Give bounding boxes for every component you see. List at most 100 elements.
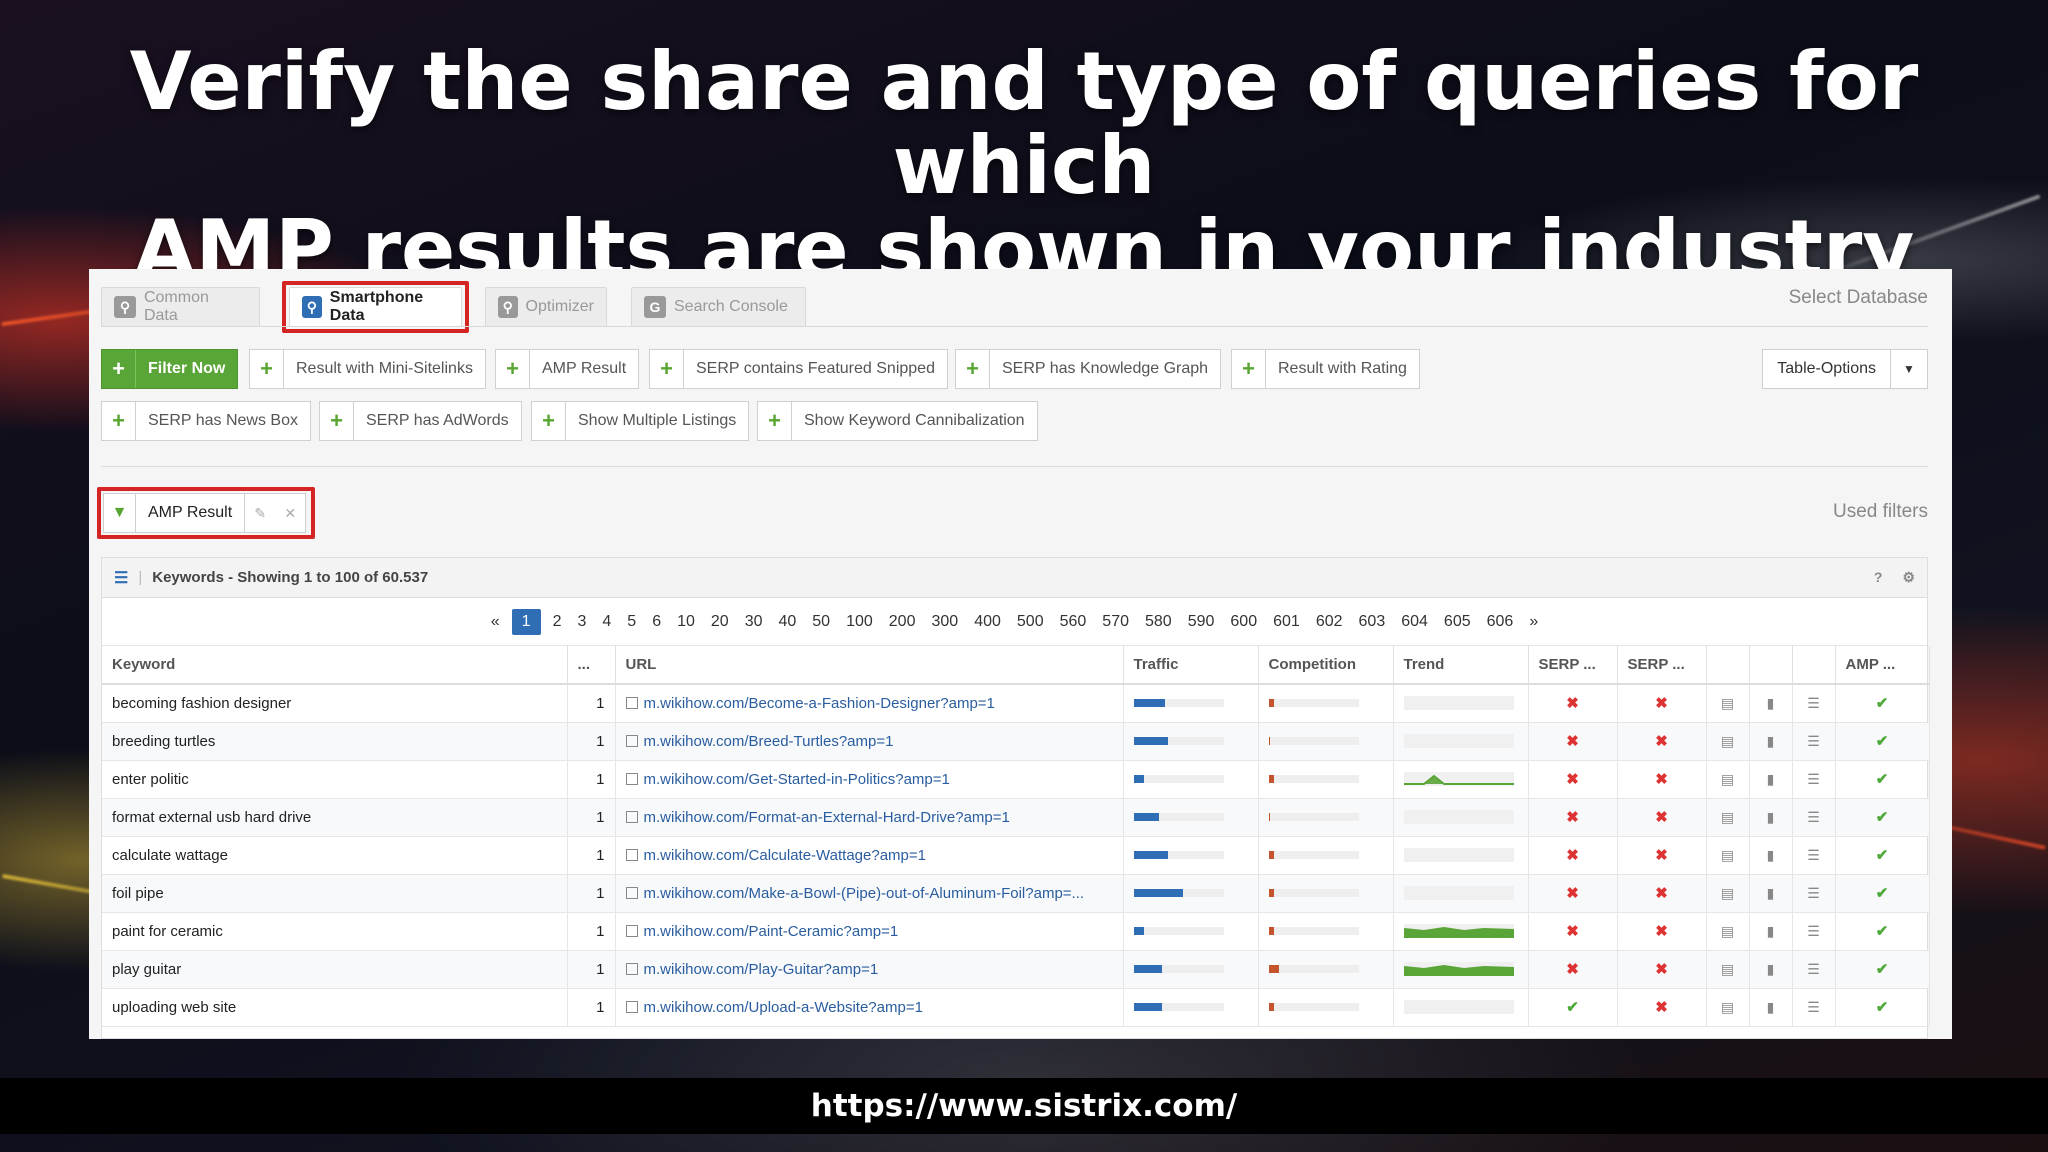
- page-link[interactable]: 100: [838, 609, 881, 635]
- table-row[interactable]: paint for ceramic 1 m.wikihow.com/Paint-Ce…: [102, 912, 1930, 951]
- list-icon[interactable]: ☰: [1792, 988, 1836, 1027]
- table-row[interactable]: foil pipe 1 m.wikihow.com/Make-a-Bowl-(Pip…: [102, 874, 1930, 913]
- column-header[interactable]: AMP ...: [1835, 646, 1930, 685]
- column-header[interactable]: [1792, 646, 1836, 685]
- page-link[interactable]: 570: [1094, 609, 1137, 635]
- page-link[interactable]: 606: [1479, 609, 1522, 635]
- column-header[interactable]: [1706, 646, 1750, 685]
- external-link-icon[interactable]: [625, 772, 638, 785]
- table-row[interactable]: becoming fashion designer 1 m.wikihow.com/…: [102, 684, 1930, 723]
- url-path[interactable]: /Paint-Ceramic?amp=1: [744, 923, 898, 940]
- page-link[interactable]: 3: [569, 609, 594, 635]
- filter-amp-result-button[interactable]: + AMP Result: [495, 349, 640, 389]
- page-link[interactable]: 200: [881, 609, 924, 635]
- page-link[interactable]: 400: [966, 609, 1009, 635]
- bar-chart-icon[interactable]: ▮: [1749, 874, 1793, 913]
- page-link[interactable]: 602: [1308, 609, 1351, 635]
- column-header[interactable]: SERP ...: [1617, 646, 1707, 685]
- url-path[interactable]: /Get-Started-in-Politics?amp=1: [744, 771, 950, 788]
- page-link[interactable]: »: [1521, 609, 1546, 635]
- external-link-icon[interactable]: [625, 886, 638, 899]
- url-path[interactable]: /Become-a-Fashion-Designer?amp=1: [744, 695, 995, 712]
- url-domain[interactable]: m.wikihow.com: [644, 733, 745, 750]
- filter-adwords-button[interactable]: + SERP has AdWords: [319, 401, 522, 441]
- page-link[interactable]: 300: [923, 609, 966, 635]
- table-options-dropdown[interactable]: Table-Options ▼: [1762, 349, 1928, 389]
- url-cell[interactable]: m.wikihow.com/Upload-a-Website?amp=1: [615, 988, 1124, 1027]
- url-domain[interactable]: m.wikihow.com: [644, 885, 745, 902]
- page-link[interactable]: 601: [1265, 609, 1308, 635]
- page-link[interactable]: 50: [804, 609, 838, 635]
- page-link[interactable]: 6: [644, 609, 669, 635]
- url-domain[interactable]: m.wikihow.com: [644, 809, 745, 826]
- page-link[interactable]: 20: [703, 609, 737, 635]
- list-icon[interactable]: ☰: [1792, 950, 1836, 989]
- bar-chart-icon[interactable]: ▮: [1749, 722, 1793, 761]
- url-domain[interactable]: m.wikihow.com: [644, 695, 745, 712]
- filter-multiple-listings-button[interactable]: + Show Multiple Listings: [531, 401, 750, 441]
- column-header[interactable]: ...: [567, 646, 616, 685]
- filter-cannibalization-button[interactable]: + Show Keyword Cannibalization: [757, 401, 1038, 441]
- serp-snapshot-icon[interactable]: ▤: [1706, 988, 1750, 1027]
- filter-rating-button[interactable]: + Result with Rating: [1231, 349, 1420, 389]
- url-path[interactable]: /Play-Guitar?amp=1: [744, 961, 878, 978]
- serp-snapshot-icon[interactable]: ▤: [1706, 722, 1750, 761]
- tab-optimizer[interactable]: ⚲ Optimizer: [485, 287, 607, 327]
- external-link-icon[interactable]: [625, 810, 638, 823]
- list-icon[interactable]: ☰: [1792, 798, 1836, 837]
- list-icon[interactable]: ☰: [1792, 874, 1836, 913]
- bar-chart-icon[interactable]: ▮: [1749, 912, 1793, 951]
- table-row[interactable]: calculate wattage 1 m.wikihow.com/Calculat…: [102, 836, 1930, 875]
- table-row[interactable]: breeding turtles 1 m.wikihow.com/Breed-Tur…: [102, 722, 1930, 761]
- external-link-icon[interactable]: [625, 924, 638, 937]
- gear-icon[interactable]: ⚙: [1902, 569, 1915, 586]
- serp-snapshot-icon[interactable]: ▤: [1706, 874, 1750, 913]
- serp-snapshot-icon[interactable]: ▤: [1706, 760, 1750, 799]
- table-row[interactable]: play guitar 1 m.wikihow.com/Play-Guitar?am…: [102, 950, 1930, 989]
- serp-snapshot-icon[interactable]: ▤: [1706, 836, 1750, 875]
- page-current[interactable]: 1: [511, 608, 541, 635]
- external-link-icon[interactable]: [625, 734, 638, 747]
- column-header[interactable]: SERP ...: [1528, 646, 1618, 685]
- select-database[interactable]: Select Database: [1789, 287, 1928, 309]
- url-domain[interactable]: m.wikihow.com: [644, 847, 745, 864]
- serp-snapshot-icon[interactable]: ▤: [1706, 684, 1750, 723]
- url-cell[interactable]: m.wikihow.com/Format-an-External-Hard-Dr…: [615, 798, 1124, 837]
- page-link[interactable]: «: [483, 609, 508, 635]
- bar-chart-icon[interactable]: ▮: [1749, 684, 1793, 723]
- page-link[interactable]: 2: [545, 609, 570, 635]
- url-path[interactable]: /Upload-a-Website?amp=1: [744, 999, 923, 1016]
- url-cell[interactable]: m.wikihow.com/Calculate-Wattage?amp=1: [615, 836, 1124, 875]
- external-link-icon[interactable]: [625, 848, 638, 861]
- page-link[interactable]: 603: [1351, 609, 1394, 635]
- url-domain[interactable]: m.wikihow.com: [644, 999, 745, 1016]
- serp-snapshot-icon[interactable]: ▤: [1706, 912, 1750, 951]
- bar-chart-icon[interactable]: ▮: [1749, 798, 1793, 837]
- url-path[interactable]: /Breed-Turtles?amp=1: [744, 733, 893, 750]
- tab-common-data[interactable]: ⚲ Common Data: [101, 287, 260, 327]
- column-header[interactable]: [1749, 646, 1793, 685]
- url-domain[interactable]: m.wikihow.com: [644, 961, 745, 978]
- table-row[interactable]: uploading web site 1 m.wikihow.com/Upload-…: [102, 988, 1930, 1027]
- page-link[interactable]: 605: [1436, 609, 1479, 635]
- url-cell[interactable]: m.wikihow.com/Breed-Turtles?amp=1: [615, 722, 1124, 761]
- url-cell[interactable]: m.wikihow.com/Make-a-Bowl-(Pipe)-out-of-…: [615, 874, 1124, 913]
- column-header[interactable]: Traffic: [1123, 646, 1259, 685]
- list-icon[interactable]: ☰: [1792, 836, 1836, 875]
- url-path[interactable]: /Format-an-External-Hard-Drive?amp=1: [744, 809, 1010, 826]
- filter-knowledge-graph-button[interactable]: + SERP has Knowledge Graph: [955, 349, 1222, 389]
- url-cell[interactable]: m.wikihow.com/Get-Started-in-Politics?am…: [615, 760, 1124, 799]
- page-link[interactable]: 30: [737, 609, 771, 635]
- column-header[interactable]: Competition: [1258, 646, 1394, 685]
- filter-featured-snippet-button[interactable]: + SERP contains Featured Snipped: [649, 349, 948, 389]
- page-link[interactable]: 500: [1009, 609, 1052, 635]
- url-path[interactable]: /Calculate-Wattage?amp=1: [744, 847, 926, 864]
- bar-chart-icon[interactable]: ▮: [1749, 760, 1793, 799]
- list-icon[interactable]: ☰: [1792, 684, 1836, 723]
- list-icon[interactable]: ☰: [1792, 912, 1836, 951]
- list-icon[interactable]: ☰: [1792, 722, 1836, 761]
- bar-chart-icon[interactable]: ▮: [1749, 836, 1793, 875]
- url-cell[interactable]: m.wikihow.com/Paint-Ceramic?amp=1: [615, 912, 1124, 951]
- page-link[interactable]: 600: [1222, 609, 1265, 635]
- table-row[interactable]: enter politic 1 m.wikihow.com/Get-Started-…: [102, 760, 1930, 799]
